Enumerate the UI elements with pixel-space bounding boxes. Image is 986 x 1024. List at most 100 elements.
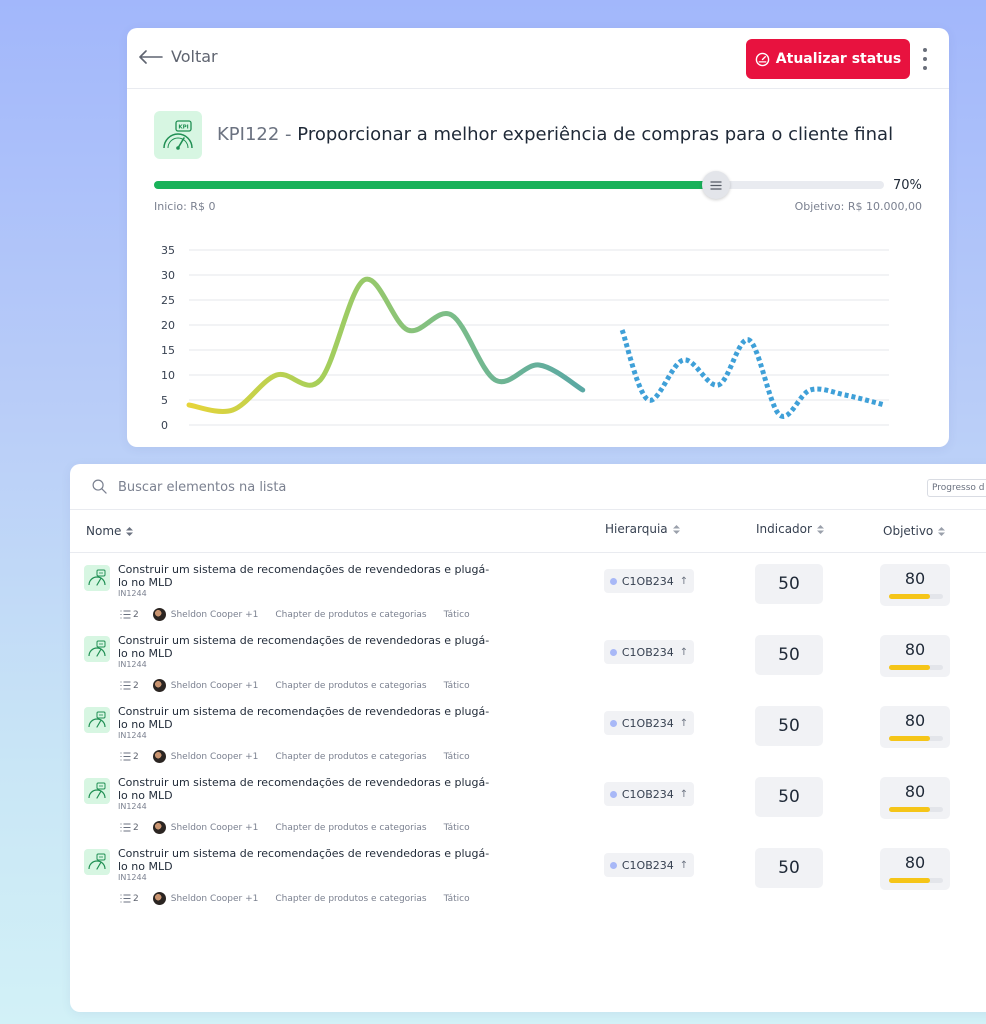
more-options-icon[interactable] <box>915 44 935 74</box>
column-header-indicator[interactable]: Indicador <box>756 522 824 536</box>
avatar <box>152 750 166 763</box>
table-header: Nome Hierarquia Indicador Objetivo <box>70 510 986 553</box>
status-dot <box>609 861 617 869</box>
subitems-badge[interactable]: 2 <box>120 681 139 691</box>
sort-icon <box>816 524 824 534</box>
hierarchy-chip[interactable]: C1OB234 ↑ <box>604 569 694 593</box>
back-label: Voltar <box>171 47 218 66</box>
hierarchy-code: C1OB234 <box>621 716 674 730</box>
kpi-progress-fill <box>154 181 717 189</box>
row-title[interactable]: Construir um sistema de recomendações de… <box>118 776 498 802</box>
indicator-value[interactable]: 50 <box>755 564 823 604</box>
kpi-title-text: Proporcionar a melhor experiência de com… <box>297 124 894 145</box>
y-tick-label: 25 <box>161 294 175 307</box>
objective-box[interactable]: 80 <box>880 706 950 748</box>
row-code: IN1244 <box>118 731 147 740</box>
kpi-progress-bar <box>154 171 884 199</box>
progress-filter-chip[interactable]: Progresso d <box>927 479 986 497</box>
indicator-value[interactable]: 50 <box>755 777 823 817</box>
row-code: IN1244 <box>118 589 147 598</box>
objective-progress-bar <box>889 878 943 883</box>
kpi-goal-label: Objetivo: R$ 10.000,00 <box>794 200 922 213</box>
objective-box[interactable]: 80 <box>880 564 950 606</box>
list-card: Progresso d Nome Hierarquia Indicador Ob… <box>70 464 986 1012</box>
hierarchy-code: C1OB234 <box>621 574 674 588</box>
progress-handle[interactable] <box>702 171 731 199</box>
column-header-objective[interactable]: Objetivo <box>883 524 946 538</box>
row-code: IN1244 <box>118 802 147 811</box>
objective-box[interactable]: 80 <box>880 848 950 890</box>
indicator-value[interactable]: 50 <box>755 635 823 675</box>
row-meta: 2 Sheldon Cooper +1 Chapter de produtos … <box>120 608 470 621</box>
level-label: Tático <box>443 822 470 833</box>
subitems-count: 2 <box>133 893 139 904</box>
row-title[interactable]: Construir um sistema de recomendações de… <box>118 705 498 731</box>
objective-progress-fill <box>889 594 930 599</box>
subitems-badge[interactable]: 2 <box>120 752 139 762</box>
arrow-left-icon <box>139 49 163 64</box>
kpi-code: KPI122 <box>217 124 280 145</box>
kpi-card: Voltar Atualizar status KPI KPI122 - Pro… <box>127 28 949 447</box>
hierarchy-chip[interactable]: C1OB234 ↑ <box>604 853 694 877</box>
hierarchy-chip[interactable]: C1OB234 ↑ <box>604 640 694 664</box>
table-row[interactable]: Construir um sistema de recomendações de… <box>70 695 986 766</box>
arrow-up-icon: ↑ <box>679 717 689 729</box>
initiative-icon <box>84 778 110 804</box>
y-tick-label: 35 <box>161 244 175 257</box>
subitems-count: 2 <box>133 680 139 691</box>
hierarchy-code: C1OB234 <box>621 645 674 659</box>
objective-value: 80 <box>904 711 926 730</box>
list-icon <box>120 752 131 761</box>
objective-progress-bar <box>889 665 943 670</box>
row-title[interactable]: Construir um sistema de recomendações de… <box>118 634 498 660</box>
objective-progress-fill <box>889 665 930 670</box>
y-tick-label: 10 <box>161 369 175 382</box>
objective-progress-bar <box>889 807 943 812</box>
gauge-icon <box>755 52 770 66</box>
indicator-value[interactable]: 50 <box>755 848 823 888</box>
row-code: IN1244 <box>118 873 147 882</box>
column-header-hierarchy[interactable]: Hierarquia <box>605 522 680 536</box>
column-header-name[interactable]: Nome <box>86 524 134 538</box>
indicator-value[interactable]: 50 <box>755 706 823 746</box>
kpi-icon-text: KPI <box>178 125 188 131</box>
row-meta: 2 Sheldon Cooper +1 Chapter de produtos … <box>120 750 470 763</box>
table-row[interactable]: Construir um sistema de recomendações de… <box>70 553 986 624</box>
chapter-name: Chapter de produtos e categorias <box>275 822 427 833</box>
kpi-progress-percent: 70% <box>893 178 922 193</box>
search-input[interactable] <box>116 475 520 499</box>
table-row[interactable]: Construir um sistema de recomendações de… <box>70 837 986 908</box>
objective-box[interactable]: 80 <box>880 777 950 819</box>
kpi-title: KPI122 - Proporcionar a melhor experiênc… <box>217 124 893 145</box>
owner-name: Sheldon Cooper +1 <box>170 680 259 691</box>
arrow-up-icon: ↑ <box>679 575 689 587</box>
chapter-name: Chapter de produtos e categorias <box>275 680 427 691</box>
list-icon <box>120 894 131 903</box>
row-meta: 2 Sheldon Cooper +1 Chapter de produtos … <box>120 821 470 834</box>
owner-name: Sheldon Cooper +1 <box>170 822 259 833</box>
column-name-label: Nome <box>86 524 122 538</box>
objective-progress-bar <box>889 594 943 599</box>
avatar <box>152 679 166 692</box>
avatar <box>152 892 166 905</box>
update-status-button[interactable]: Atualizar status <box>746 39 910 79</box>
hierarchy-chip[interactable]: C1OB234 ↑ <box>604 711 694 735</box>
hierarchy-chip[interactable]: C1OB234 ↑ <box>604 782 694 806</box>
avatar <box>152 821 166 834</box>
row-title[interactable]: Construir um sistema de recomendações de… <box>118 563 498 589</box>
forecast-series-line <box>619 329 886 419</box>
row-meta: 2 Sheldon Cooper +1 Chapter de produtos … <box>120 892 470 905</box>
subitems-badge[interactable]: 2 <box>120 823 139 833</box>
subitems-badge[interactable]: 2 <box>120 610 139 620</box>
level-label: Tático <box>443 893 470 904</box>
row-title[interactable]: Construir um sistema de recomendações de… <box>118 847 498 873</box>
y-tick-label: 30 <box>161 269 175 282</box>
table-row[interactable]: Construir um sistema de recomendações de… <box>70 766 986 837</box>
table-row[interactable]: Construir um sistema de recomendações de… <box>70 624 986 695</box>
initiative-icon <box>84 849 110 875</box>
kpi-icon: KPI <box>154 111 202 159</box>
back-button[interactable]: Voltar <box>139 47 218 66</box>
objective-box[interactable]: 80 <box>880 635 950 677</box>
kpi-start-label: Inicio: R$ 0 <box>154 200 216 213</box>
subitems-badge[interactable]: 2 <box>120 894 139 904</box>
